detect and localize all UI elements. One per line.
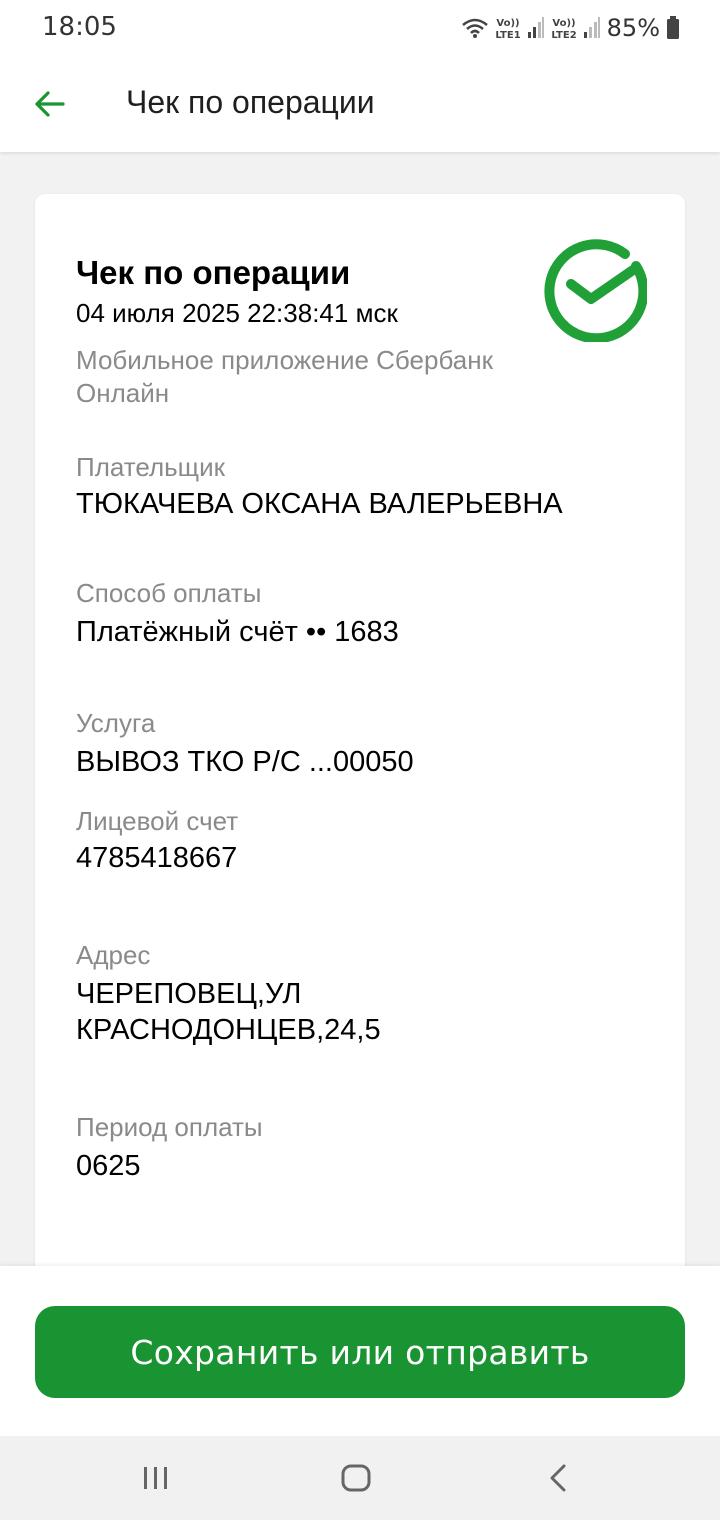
battery-percent: 85% (606, 14, 660, 42)
svg-text:Vo)): Vo)) (552, 18, 575, 29)
payment-period-label: Период оплаты (76, 1112, 263, 1142)
arrow-left-icon (35, 91, 65, 117)
volte-lte2-icon: Vo)) LTE2 (551, 18, 576, 41)
bottom-action-panel: Сохранить или отправить (0, 1266, 720, 1436)
battery-icon (667, 16, 679, 39)
volte-lte1-icon: Vo)) LTE1 (495, 18, 520, 41)
payment-period-value: 0625 (76, 1150, 141, 1182)
svg-text:LTE1: LTE1 (495, 30, 520, 41)
signal-icon (527, 17, 544, 38)
svg-text:LTE2: LTE2 (551, 30, 576, 41)
status-icons: Vo)) LTE1 Vo)) LTE2 85% (461, 12, 680, 44)
service-label: Услуга (76, 708, 156, 738)
account-number-label: Лицевой счет (76, 806, 239, 836)
service-value: ВЫВОЗ ТКО Р/С ...00050 (76, 746, 414, 778)
home-button[interactable] (334, 1456, 378, 1500)
payer-label: Плательщик (76, 452, 225, 482)
payment-method-value: Платёжный счёт •• 1683 (76, 616, 399, 648)
svg-text:Vo)): Vo)) (496, 18, 519, 29)
back-button[interactable] (24, 78, 76, 130)
address-value: ЧЕРЕПОВЕЦ,УЛ КРАСНОДОНЦЕВ,24,5 (76, 978, 381, 1046)
payer-value: ТЮКАЧЕВА ОКСАНА ВАЛЕРЬЕВНА (76, 488, 563, 520)
receipt-title: Чек по операции (76, 254, 351, 291)
status-bar: 18:05 Vo)) LTE1 Vo)) LTE2 85% (0, 0, 720, 56)
back-icon (550, 1464, 566, 1492)
system-nav-bar (0, 1436, 720, 1520)
save-or-send-button[interactable]: Сохранить или отправить (35, 1306, 685, 1398)
app-bar: Чек по операции (0, 56, 720, 152)
address-label: Адрес (76, 940, 151, 970)
status-time: 18:05 (42, 12, 117, 42)
sber-check-logo (544, 239, 647, 342)
receipt-date: 04 июля 2025 22:38:41 мск (76, 298, 398, 328)
wifi-icon (461, 18, 488, 38)
account-number-value: 4785418667 (76, 842, 238, 874)
receipt-card: Чек по операции 04 июля 2025 22:38:41 мс… (35, 194, 685, 1294)
home-icon (341, 1464, 371, 1492)
recent-apps-icon (144, 1467, 167, 1489)
receipt-source: Мобильное приложение Сбербанк Онлайн (76, 345, 493, 408)
payment-method-label: Способ оплаты (76, 578, 262, 608)
signal-icon (583, 17, 600, 38)
nav-back-button[interactable] (536, 1456, 580, 1500)
recent-apps-button[interactable] (134, 1456, 178, 1500)
page-title: Чек по операции (126, 84, 375, 120)
